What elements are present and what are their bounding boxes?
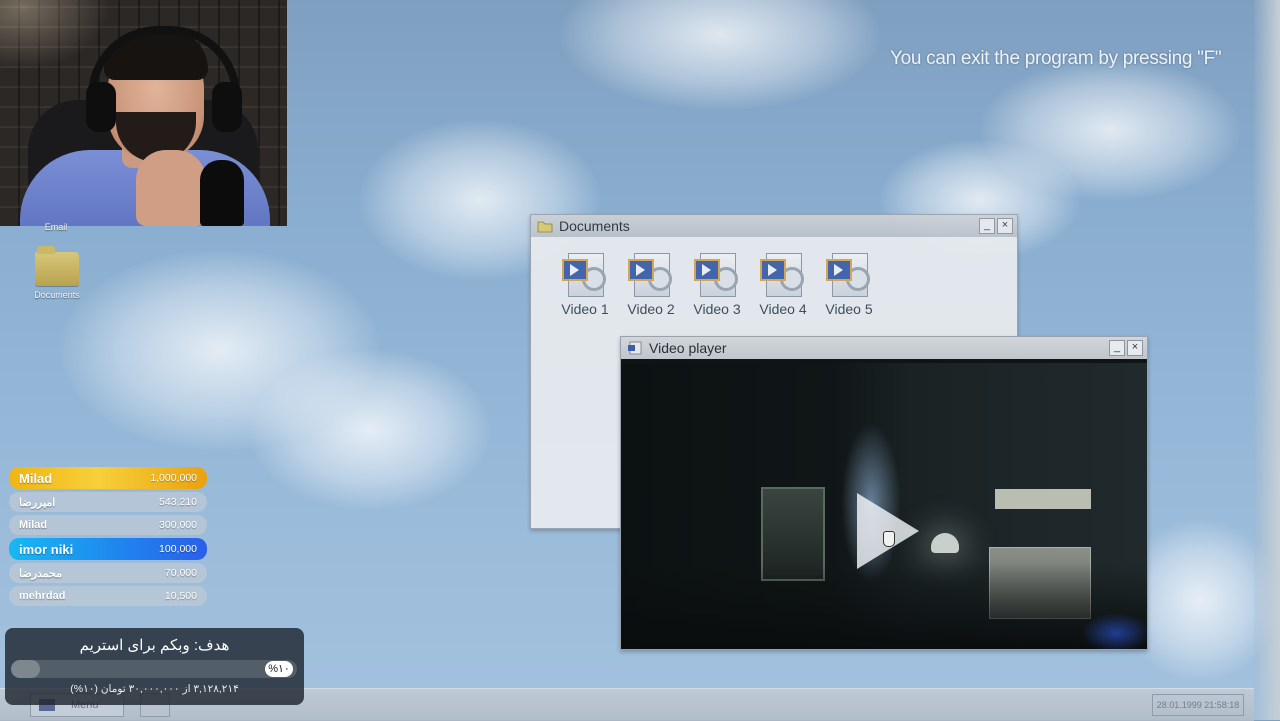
video-file-icon <box>760 251 806 297</box>
leaderboard-row: mehrdad 10,500 <box>9 586 207 606</box>
donor-amount: 100,000 <box>159 543 197 555</box>
monitor-bezel <box>1254 0 1280 720</box>
donation-goal-widget: هدف: وبکم برای استریم %۱۰ ۳,۱۲۸,۲۱۴ از ۳… <box>5 628 304 705</box>
goal-subtitle: ۳,۱۲۸,۲۱۴ از ۳۰,۰۰۰,۰۰۰ تومان (۱۰%) <box>70 683 239 695</box>
video-player-titlebar[interactable]: Video player _ × <box>621 337 1147 359</box>
donor-name: Milad <box>19 519 48 531</box>
exit-hint-text: You can exit the program by pressing "F" <box>890 48 1222 69</box>
file-label: Video 4 <box>759 301 807 317</box>
goal-progress-bar: %۱۰ <box>11 660 297 678</box>
donor-name: محمدرضا <box>19 567 63 580</box>
video-file-icon <box>628 341 642 355</box>
minimize-button[interactable]: _ <box>979 218 995 234</box>
file-video-2[interactable]: Video 2 <box>621 251 681 317</box>
minimize-button[interactable]: _ <box>1109 340 1125 356</box>
donor-name: imor niki <box>19 541 74 557</box>
goal-percent-badge: %۱۰ <box>265 661 293 677</box>
donor-name: Milad <box>19 470 53 486</box>
leaderboard-row: Milad 300,000 <box>9 515 207 535</box>
video-file-icon <box>826 251 872 297</box>
file-label: Video 3 <box>693 301 741 317</box>
donor-amount: 10,500 <box>164 590 197 602</box>
leaderboard-row: imor niki 100,000 <box>9 538 207 560</box>
hand-cursor-icon <box>883 531 895 547</box>
leaderboard-row: محمدرضا 70,000 <box>9 563 207 583</box>
donor-name: mehrdad <box>19 590 66 602</box>
video-file-icon <box>628 251 674 297</box>
file-video-1[interactable]: Video 1 <box>555 251 615 317</box>
file-label: Video 5 <box>825 301 873 317</box>
video-file-icon <box>562 251 608 297</box>
video-file-icon <box>694 251 740 297</box>
documents-title: Documents <box>559 218 630 234</box>
donor-name: امیررضا <box>19 496 56 509</box>
webcam-overlay <box>0 0 287 226</box>
taskbar-clock: 28.01.1999 21:58:18 <box>1152 694 1244 716</box>
desktop-icon-documents[interactable]: Documents <box>30 246 84 300</box>
file-video-5[interactable]: Video 5 <box>819 251 879 317</box>
desktop-icon-email-label: Email <box>44 222 68 232</box>
video-player-window[interactable]: Video player _ × <box>620 336 1148 650</box>
goal-title: هدف: وبکم برای استریم <box>79 637 230 654</box>
desktop-icon-documents-label: Documents <box>34 290 80 300</box>
file-video-4[interactable]: Video 4 <box>753 251 813 317</box>
video-player-title: Video player <box>649 340 727 356</box>
video-screen[interactable] <box>621 363 1147 649</box>
donor-amount: 543,210 <box>159 496 197 508</box>
leaderboard-row: امیررضا 543,210 <box>9 492 207 512</box>
donor-amount: 70,000 <box>164 567 197 579</box>
close-button[interactable]: × <box>997 218 1013 234</box>
file-video-3[interactable]: Video 3 <box>687 251 747 317</box>
leaderboard-row: Milad 1,000,000 <box>9 467 207 489</box>
file-label: Video 2 <box>627 301 675 317</box>
file-label: Video 1 <box>561 301 609 317</box>
goal-progress-fill <box>11 660 40 678</box>
desktop-icon-email[interactable]: Email <box>34 222 78 232</box>
documents-titlebar[interactable]: Documents _ × <box>531 215 1017 237</box>
donor-amount: 300,000 <box>159 519 197 531</box>
donation-leaderboard: Milad 1,000,000 امیررضا 543,210 Milad 30… <box>9 467 207 609</box>
donor-amount: 1,000,000 <box>150 472 197 484</box>
folder-icon <box>35 246 79 286</box>
folder-icon <box>537 221 553 233</box>
close-button[interactable]: × <box>1127 340 1143 356</box>
